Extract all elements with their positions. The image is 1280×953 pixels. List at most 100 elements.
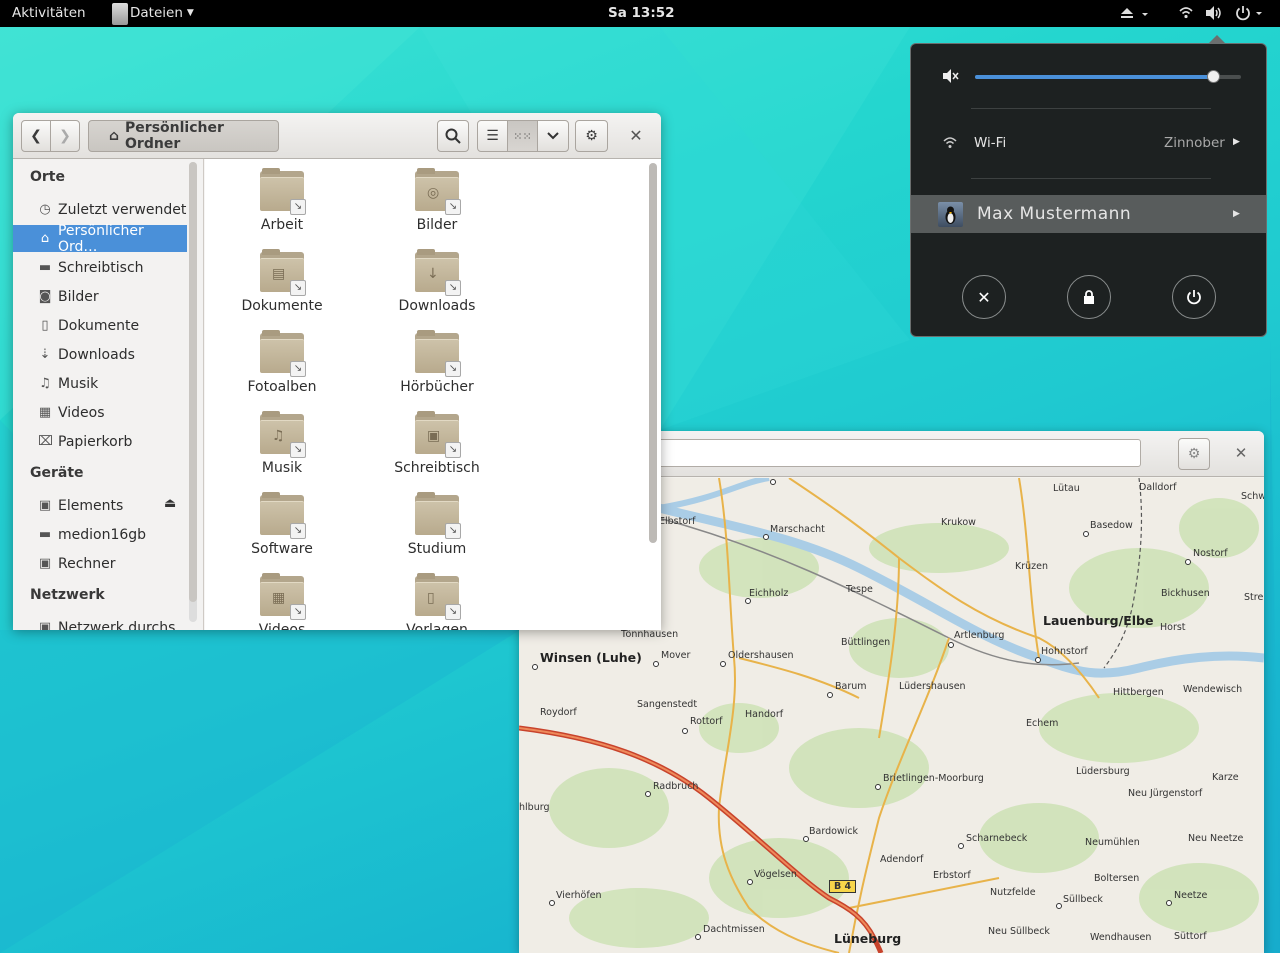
folder-item[interactable]: ↓ ↘ Downloads [367, 249, 507, 314]
map-place-label: Lüdershausen [899, 681, 966, 692]
folder-label: Videos [258, 622, 306, 630]
map-place-label: Mover [661, 650, 691, 661]
map-place-label: Krukow [941, 517, 976, 528]
map-place-label: Neetze [1174, 890, 1208, 901]
close-icon[interactable]: ✕ [625, 125, 647, 147]
power-icon [1187, 290, 1201, 305]
power-off-button[interactable] [1172, 275, 1216, 319]
sidebar-item-label: Dokumente [58, 317, 140, 334]
activities-button[interactable]: Aktivitäten [12, 0, 86, 27]
volume-status-icon[interactable] [1205, 0, 1223, 27]
sidebar-item-documents[interactable]: ▯ Dokumente [13, 312, 203, 339]
lock-button[interactable] [1067, 275, 1111, 319]
sidebar-item-videos[interactable]: ▦ Videos [13, 399, 203, 426]
folder-item[interactable]: ↘ Software [212, 492, 352, 557]
map-place-label: Brietlingen-Moorburg [883, 773, 984, 784]
forward-button[interactable]: ❯ [50, 120, 80, 152]
map-place-marker [1035, 657, 1041, 663]
sidebar-item-medion16gb[interactable]: ▬ medion16gb [13, 521, 203, 548]
map-place-marker [682, 728, 688, 734]
sidebar-item-music[interactable]: ♫ Musik [13, 370, 203, 397]
map-place-marker [645, 791, 651, 797]
files-window: ❮ ❯ ⌂ Persönlicher Ordner ☰ ⁙⁙ ⚙ ✕ Orte … [13, 113, 661, 630]
volume-slider-handle[interactable] [1207, 70, 1221, 83]
app-menu[interactable]: Dateien ▼ [112, 0, 194, 27]
power-status-icon[interactable] [1235, 0, 1265, 27]
map-place-label: Echem [1026, 718, 1059, 729]
sidebar-item-desktop[interactable]: ▬ Schreibtisch [13, 254, 203, 281]
drive-icon: ▣ [38, 498, 52, 513]
map-place-marker [747, 879, 753, 885]
map-place-marker [745, 598, 751, 604]
file-grid-scrollbar[interactable] [649, 163, 657, 543]
sidebar-item-computer[interactable]: ▣ Rechner [13, 550, 203, 577]
map-place-label: Dachtmissen [703, 924, 765, 935]
folder-item[interactable]: ▣ ↘ Schreibtisch [367, 411, 507, 476]
map-place-label: Neu Jürgenstorf [1128, 788, 1203, 799]
list-view-button[interactable]: ☰ [477, 120, 508, 152]
file-grid: ↘ Arbeit ◎ ↘ Bilder ▤ ↘ Dokumente ↓ ↘ Downloads ↘ Fo… [205, 159, 661, 630]
path-bar-home-button[interactable]: ⌂ Persönlicher Ordner [88, 120, 279, 152]
divider [971, 108, 1211, 109]
wifi-network-name: Zinnober [1164, 135, 1225, 151]
sidebar-item-home[interactable]: ⌂ Persönlicher Ord… [13, 223, 187, 255]
folder-item[interactable]: ♫ ↘ Musik [212, 411, 352, 476]
map-place-label: Neumühlen [1085, 837, 1140, 848]
map-place-label: Elbstorf [659, 516, 696, 527]
folder-item[interactable]: ↘ Hörbücher [367, 330, 507, 395]
symlink-arrow-icon: ↘ [445, 361, 461, 377]
clock[interactable]: Sa 13:52 [608, 0, 675, 27]
map-place-label: Oldershausen [728, 650, 794, 661]
folder-item[interactable]: ▤ ↘ Dokumente [212, 249, 352, 314]
map-place-label: Rottorf [690, 716, 723, 727]
map-settings-button[interactable]: ⚙ [1178, 438, 1210, 470]
folder-item[interactable]: ◎ ↘ Bilder [367, 168, 507, 233]
wifi-menu-item[interactable]: Wi-Fi Zinnober ▶ [911, 128, 1268, 158]
user-menu-item[interactable]: Max Mustermann ▶ [911, 195, 1266, 233]
sidebar-item-recent[interactable]: ◷ Zuletzt verwendet [13, 196, 203, 223]
map-place-label: Scharnebeck [966, 833, 1028, 844]
road-shield-b4: B 4 [829, 880, 857, 893]
sidebar-item-downloads[interactable]: ⇣ Downloads [13, 341, 203, 368]
map-place-label: Eichholz [749, 588, 789, 599]
settings-button[interactable]: ⚙ [575, 120, 608, 152]
sidebar-scrollbar[interactable] [189, 162, 197, 622]
grid-view-button[interactable]: ⁙⁙ [507, 120, 538, 152]
map-place-label: Artlenburg [954, 630, 1005, 641]
settings-button[interactable]: ✕ [962, 275, 1006, 319]
folder-item[interactable]: ↘ Arbeit [212, 168, 352, 233]
folder-item[interactable]: ▯ ↘ Vorlagen [367, 573, 507, 630]
volume-slider[interactable] [975, 70, 1241, 83]
download-icon: ⇣ [39, 347, 51, 362]
view-options-button[interactable] [537, 120, 569, 152]
map-place-label: Karze [1212, 772, 1239, 783]
folder-label: Studium [407, 541, 467, 557]
eject-icon[interactable]: ⏏ [164, 496, 176, 511]
map-place-label: Sangenstedt [637, 699, 698, 710]
folder-item[interactable]: ↘ Fotoalben [212, 330, 352, 395]
map-place-marker [695, 934, 701, 940]
grid-icon: ⁙⁙ [513, 129, 532, 143]
folder-icon: ↘ [260, 168, 306, 215]
sidebar-item-network[interactable]: ▣ Netzwerk durchs… [13, 614, 203, 631]
eject-menu[interactable] [1118, 0, 1150, 27]
folder-item[interactable]: ▦ ↘ Videos [212, 573, 352, 630]
close-icon[interactable]: ✕ [1231, 443, 1251, 463]
sidebar-item-trash[interactable]: ⌧ Papierkorb [13, 428, 203, 455]
search-button[interactable] [437, 120, 469, 152]
map-place-marker [653, 661, 659, 667]
wifi-status-icon[interactable] [1178, 0, 1194, 27]
camera-icon: ◙ [38, 289, 52, 304]
sidebar-item-pictures[interactable]: ◙ Bilder [13, 283, 203, 310]
desktop-icon: ▬ [38, 260, 52, 275]
symlink-arrow-icon: ↘ [445, 280, 461, 296]
wifi-label: Wi-Fi [974, 135, 1007, 151]
map-place-label: Vierhöfen [556, 890, 602, 901]
folder-icon: ↘ [260, 330, 306, 377]
folder-icon: ▯ ↘ [415, 573, 461, 620]
map-search-input[interactable] [649, 439, 1141, 467]
folder-item[interactable]: ↘ Studium [367, 492, 507, 557]
usb-drive-icon: ▬ [38, 527, 52, 542]
map-place-label: hlburg [519, 802, 550, 813]
back-button[interactable]: ❮ [21, 120, 51, 152]
